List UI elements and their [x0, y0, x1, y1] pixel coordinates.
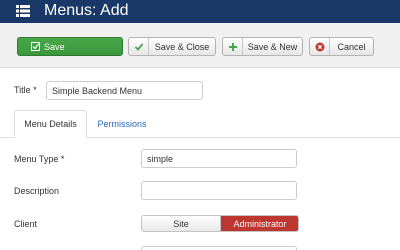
client-option-site[interactable]: Site — [142, 216, 221, 231]
cancel-button[interactable]: Cancel — [309, 37, 374, 56]
page-header: Menus: Add — [0, 0, 400, 23]
save-icon — [18, 38, 44, 55]
tab-bar: Menu Details Permissions — [0, 110, 400, 138]
save-button[interactable]: Save — [17, 37, 123, 56]
description-label: Description — [14, 186, 60, 196]
client-label: Client — [14, 219, 38, 229]
tab-menu-details[interactable]: Menu Details — [14, 110, 87, 138]
save-new-button-label: Save & New — [247, 41, 298, 52]
menu-type-field[interactable] — [141, 149, 297, 168]
save-new-button[interactable]: Save & New — [222, 37, 303, 56]
tab-permissions[interactable]: Permissions — [89, 110, 155, 138]
title-field[interactable] — [46, 81, 203, 100]
save-button-label: Save — [44, 41, 65, 52]
list-icon — [16, 4, 30, 18]
check-icon — [129, 38, 149, 55]
title-label: Title * — [14, 85, 37, 95]
cancel-button-label: Cancel — [337, 41, 366, 52]
description-field[interactable] — [141, 181, 297, 200]
plus-icon — [223, 38, 243, 55]
client-toggle: Site Administrator — [141, 215, 299, 232]
save-close-button[interactable]: Save & Close — [128, 37, 216, 56]
toolbar: Save Save & Close Save & New Cancel — [0, 23, 400, 68]
menu-type-label: Menu Type * — [14, 154, 65, 164]
client-option-administrator[interactable]: Administrator — [221, 216, 298, 231]
save-close-button-label: Save & Close — [154, 41, 210, 52]
next-field[interactable] — [141, 246, 297, 250]
page-title: Menus: Add — [44, 2, 129, 19]
menus-add-page: Menus: Add Save Save & Close Save & New … — [0, 0, 400, 250]
cancel-icon — [310, 38, 330, 55]
